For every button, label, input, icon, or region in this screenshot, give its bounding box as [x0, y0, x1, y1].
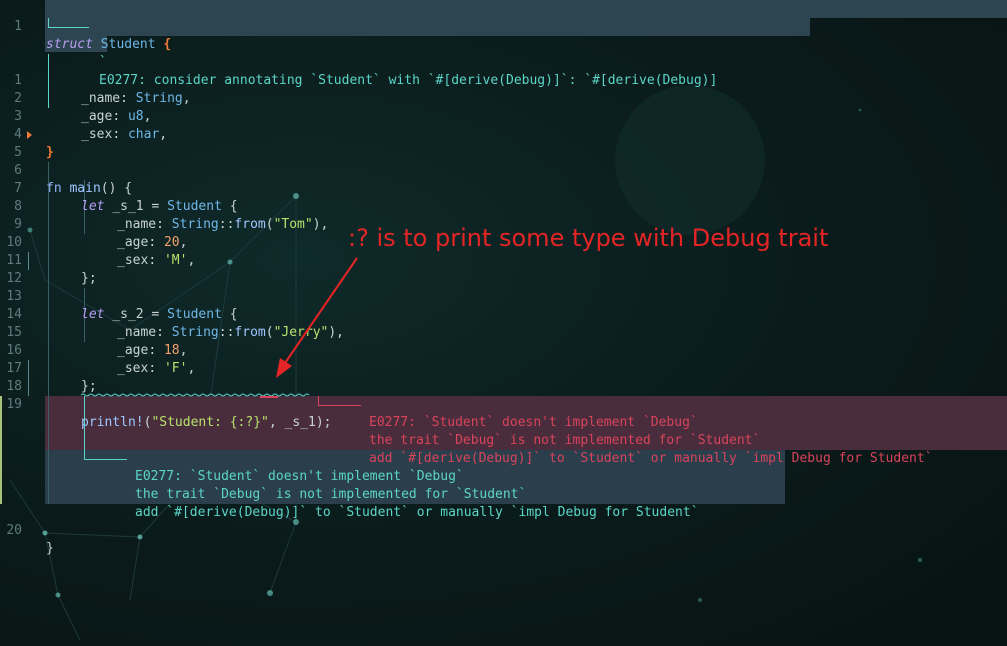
field-name: _age: [81, 109, 113, 124]
brace: {: [163, 37, 172, 52]
code-line[interactable]: 5: [0, 126, 32, 160]
call-tail: );: [315, 415, 332, 430]
code-line[interactable]: 3 _sex: char,: [0, 90, 167, 142]
brace: }: [46, 541, 54, 556]
line-number: 20: [6, 523, 22, 538]
code-line[interactable]: 2 _age: u8,: [0, 72, 151, 124]
field-name: _age: [117, 235, 149, 250]
field-name: _sex: [117, 253, 149, 268]
diagnostic-text: the trait `Debug` is not implemented for…: [369, 433, 761, 448]
code-line[interactable]: 1 struct Student {: [0, 0, 171, 52]
let-keyword: let: [81, 199, 105, 214]
fn-keyword: fn: [46, 181, 62, 196]
diagnostic-text: add `#[derive(Debug)]` to `Student` or m…: [369, 451, 933, 466]
error-underline: [260, 396, 278, 398]
type-name: Student: [167, 199, 222, 214]
type-name: Student: [167, 307, 222, 322]
code-line[interactable]: 18: [0, 360, 31, 394]
format-string: "Student: {:?}": [151, 415, 269, 430]
variable-name: _s_1: [284, 415, 316, 430]
operator: =: [151, 307, 160, 322]
code-line[interactable]: 12: [0, 252, 31, 286]
indent-guide: [48, 162, 49, 504]
code-line[interactable]: 1 _name: String,: [0, 54, 190, 106]
field-name: _name: [117, 217, 157, 232]
diagnostic-text: E0277: `Student` doesn't implement `Debu…: [135, 469, 464, 484]
number-literal: 18: [163, 343, 180, 358]
inline-hint: E0277: consider annotating `Student` wit…: [0, 18, 717, 88]
field-type: String: [135, 91, 183, 106]
field-name: _sex: [117, 361, 149, 376]
code-line[interactable]: 6 fn main() {: [0, 144, 132, 196]
operator: =: [151, 199, 160, 214]
brace: }: [46, 145, 54, 160]
path-separator: ::: [218, 325, 235, 340]
error-connector: [318, 396, 361, 406]
hint-highlight-band: [45, 0, 1007, 18]
fold-arrow-icon[interactable]: [27, 131, 32, 139]
error-diagnostic: E0277: `Student` doesn't implement `Debu…: [0, 396, 698, 430]
struct-keyword: struct: [46, 37, 93, 52]
hint-connector: [48, 18, 89, 28]
char-literal: 'M': [163, 253, 188, 268]
code-line[interactable]: 7 let _s_1 = Student {: [0, 162, 237, 214]
code-line[interactable]: 16 _sex: 'F',: [0, 324, 195, 376]
error-diagnostic: add `#[derive(Debug)]` to `Student` or m…: [0, 432, 933, 466]
brace: {: [229, 199, 238, 214]
code-line[interactable]: 13 let _s_2 = Student {: [0, 270, 237, 322]
field-name: _sex: [81, 127, 113, 142]
code-line[interactable]: 14 _name: String::from("Jerry"),: [0, 288, 344, 340]
diagnostic-text: the trait `Debug` is not implemented for…: [135, 487, 527, 502]
info-diagnostic: E0277: `Student` doesn't implement `Debu…: [0, 450, 464, 484]
code-line[interactable]: 17 };: [0, 342, 96, 394]
diagnostic-text: E0277: `Student` doesn't implement `Debu…: [369, 415, 698, 430]
block-close: };: [81, 271, 97, 286]
code-line[interactable]: 15 _age: 18,: [0, 306, 187, 358]
field-name: _name: [117, 325, 157, 340]
string-literal: "Jerry": [273, 325, 329, 340]
code-line[interactable]: 9 _age: 20,: [0, 198, 187, 250]
field-type: u8: [127, 109, 144, 124]
code-line[interactable]: 11 };: [0, 234, 96, 286]
number-literal: 20: [163, 235, 180, 250]
diagnostic-text: add `#[derive(Debug)]` to `Student` or m…: [135, 505, 699, 520]
indent-guide: [48, 54, 49, 108]
brace: {: [229, 307, 238, 322]
fn-signature-tail: () {: [100, 181, 133, 196]
code-line[interactable]: 20 }: [0, 504, 53, 556]
field-type: char: [127, 127, 160, 142]
type-name: String: [171, 325, 219, 340]
annotation-text: :? is to print some type with Debug trai…: [348, 224, 829, 252]
info-connector: [84, 396, 127, 460]
inline-hint: `: [0, 36, 107, 70]
error-diagnostic: the trait `Debug` is not implemented for…: [0, 414, 760, 448]
field-name: _name: [81, 91, 121, 106]
variable-name: _s_1: [112, 199, 144, 214]
code-line[interactable]: 8 _name: String::from("Tom"),: [0, 180, 328, 232]
code-line[interactable]: 10 _sex: 'M',: [0, 216, 195, 268]
field-name: _age: [117, 343, 149, 358]
info-diagnostic: the trait `Debug` is not implemented for…: [0, 468, 526, 502]
hint-text: `: [99, 55, 107, 70]
hint-text: E0277: consider annotating `Student` wit…: [99, 73, 718, 88]
function-name: main: [69, 181, 101, 196]
hint-highlight-band: [45, 18, 810, 36]
let-keyword: let: [81, 307, 105, 322]
function-name: from: [234, 217, 266, 232]
path-separator: ::: [218, 217, 235, 232]
code-line[interactable]: 19 println!("Student: {:?}", _s_1);: [0, 378, 331, 430]
string-literal: "Tom": [273, 217, 313, 232]
info-diagnostic: add `#[derive(Debug)]` to `Student` or m…: [0, 486, 699, 520]
char-literal: 'F': [163, 361, 188, 376]
function-name: from: [234, 325, 266, 340]
variable-name: _s_2: [112, 307, 144, 322]
type-name: String: [171, 217, 219, 232]
struct-name: Student: [100, 37, 156, 52]
code-line[interactable]: 4 }: [0, 108, 54, 160]
